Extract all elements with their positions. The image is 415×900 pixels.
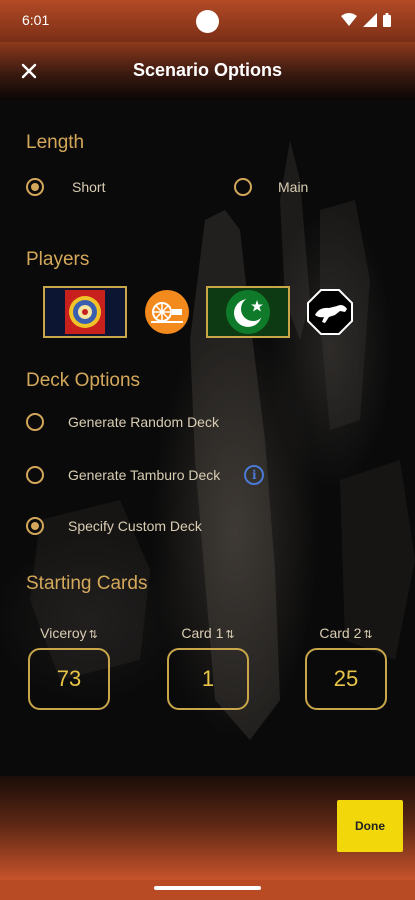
length-option-label: Main xyxy=(278,179,309,195)
card-column-label: Card 1 xyxy=(181,625,224,641)
app-bar: Scenario Options xyxy=(0,42,415,100)
footer-bar: Done xyxy=(0,776,415,880)
wifi-icon xyxy=(341,13,357,26)
card-column-label: Card 2 xyxy=(319,625,362,641)
home-indicator[interactable] xyxy=(154,886,261,890)
player-british-raj[interactable] xyxy=(43,286,127,338)
status-time: 6:01 xyxy=(22,12,50,28)
card-value-field[interactable]: 73 xyxy=(28,648,110,710)
radio-button[interactable] xyxy=(26,466,44,484)
card-column-viceroy: Viceroy ⇅ 73 xyxy=(28,625,110,710)
deck-option-random[interactable]: Generate Random Deck xyxy=(26,413,219,431)
signal-icon xyxy=(363,13,377,27)
players-section-title: Players xyxy=(26,249,90,270)
done-button[interactable]: Done xyxy=(337,800,403,852)
deck-options-section-title: Deck Options xyxy=(26,370,141,391)
card-column-card-1: Card 1 ⇅ 1 xyxy=(167,625,249,710)
card-value-field[interactable]: 1 xyxy=(167,648,249,710)
status-icons xyxy=(341,13,391,27)
length-section-title: Length xyxy=(26,132,85,153)
player-princely-states[interactable] xyxy=(307,289,353,335)
deck-option-label: Specify Custom Deck xyxy=(68,518,202,534)
card-column-header[interactable]: Card 1 ⇅ xyxy=(167,625,249,641)
sort-icon: ⇅ xyxy=(363,629,373,641)
scenario-options-content: Length Short Main Players Deck Options G… xyxy=(0,100,415,776)
tiger-icon xyxy=(307,289,353,335)
deck-option-custom[interactable]: Specify Custom Deck xyxy=(26,517,202,535)
radio-selected-dot xyxy=(31,522,39,530)
card-column-label: Viceroy xyxy=(40,625,87,641)
deck-option-label: Generate Tamburo Deck xyxy=(68,467,221,483)
sort-icon: ⇅ xyxy=(88,629,98,641)
deck-option-tamburo[interactable]: Generate Tamburo Deck i xyxy=(26,465,265,485)
battery-icon xyxy=(383,13,391,27)
info-icon[interactable]: i xyxy=(244,465,265,485)
camera-cutout xyxy=(196,10,219,33)
charkha-spinning-wheel-icon xyxy=(145,290,189,334)
length-option-label: Short xyxy=(72,179,106,195)
card-value-field[interactable]: 25 xyxy=(305,648,387,710)
card-column-card-2: Card 2 ⇅ 25 xyxy=(305,625,387,710)
star-of-india-flag-icon xyxy=(65,290,105,334)
status-bar: 6:01 xyxy=(0,0,415,42)
sort-icon: ⇅ xyxy=(225,629,235,641)
page-title: Scenario Options xyxy=(132,60,283,80)
crescent-star-flag-icon xyxy=(226,290,270,334)
card-column-header[interactable]: Viceroy ⇅ xyxy=(28,625,110,641)
deck-option-label: Generate Random Deck xyxy=(68,414,219,430)
system-nav-bar xyxy=(0,880,415,900)
card-column-header[interactable]: Card 2 ⇅ xyxy=(305,625,387,641)
radio-selected-dot xyxy=(31,183,39,191)
radio-button[interactable] xyxy=(26,517,44,535)
radio-button[interactable] xyxy=(26,178,44,196)
radio-button[interactable] xyxy=(234,178,252,196)
player-congress[interactable] xyxy=(145,290,189,334)
length-option-short[interactable]: Short xyxy=(26,178,105,196)
starting-cards-section-title: Starting Cards xyxy=(26,573,148,594)
player-muslim-league[interactable] xyxy=(206,286,290,338)
length-option-main[interactable]: Main xyxy=(234,178,308,196)
radio-button[interactable] xyxy=(26,413,44,431)
